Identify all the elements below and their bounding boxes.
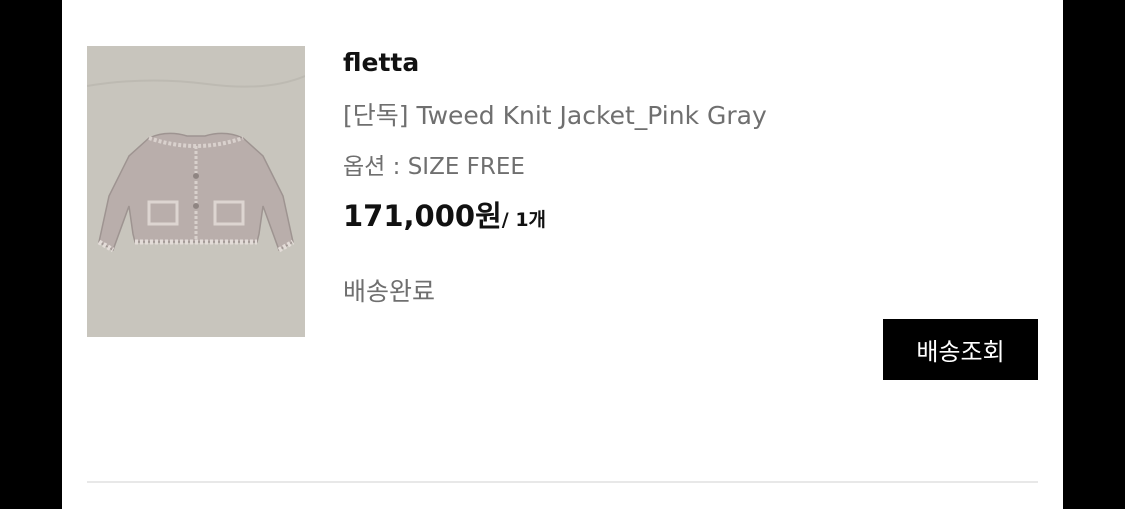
product-name[interactable]: [단독] Tweed Knit Jacket_Pink Gray (343, 96, 767, 132)
brand-name[interactable]: fletta (343, 48, 419, 77)
delivery-status: 배송완료 (343, 277, 436, 306)
price-line: 171,000원/ 1개 (343, 193, 546, 235)
order-quantity: / 1개 (501, 209, 547, 231)
divider (87, 481, 1038, 483)
jacket-image (87, 46, 305, 337)
product-option: 옵션 : SIZE FREE (343, 154, 525, 180)
product-thumbnail[interactable] (87, 46, 305, 337)
track-delivery-button[interactable]: 배송조회 (883, 319, 1038, 380)
price-amount: 171,000원 (343, 199, 502, 233)
order-item-panel: fletta [단독] Tweed Knit Jacket_Pink Gray … (62, 0, 1063, 509)
